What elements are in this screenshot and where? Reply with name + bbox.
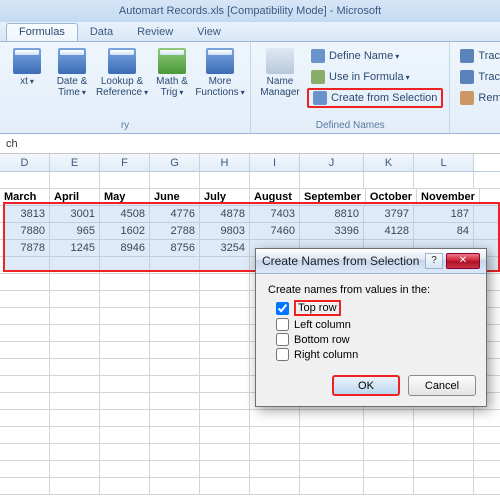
checkbox-top[interactable] [276, 302, 289, 315]
btn-trace-depend[interactable]: Trace Depend [456, 67, 500, 87]
cell[interactable]: 1602 [100, 223, 150, 239]
col-G[interactable]: G [150, 154, 200, 171]
btn-text[interactable]: xt [6, 46, 48, 98]
col-E[interactable]: E [50, 154, 100, 171]
ribbon: xt Date & Time Lookup & Reference Math &… [0, 42, 500, 134]
checkbox-bottom[interactable] [276, 333, 289, 346]
cell[interactable]: 8810 [300, 206, 364, 222]
empty-row[interactable] [0, 444, 500, 461]
name-box[interactable]: ch [0, 134, 500, 154]
check-top-row[interactable]: Top row [276, 300, 474, 316]
title-bar: Automart Records.xls [Compatibility Mode… [0, 0, 500, 22]
arrow-icon [460, 49, 474, 63]
empty-row[interactable] [0, 410, 500, 427]
eraser-icon [460, 91, 474, 105]
fx-icon [311, 70, 325, 84]
cell[interactable]: March [0, 189, 50, 205]
cell[interactable]: 4128 [364, 223, 414, 239]
group-defined-names: Name Manager Define Name Use in Formula … [251, 42, 450, 133]
dialog-create-names: Create Names from Selection ? ✕ Create n… [255, 248, 487, 407]
cell[interactable]: July [200, 189, 250, 205]
cell[interactable]: August [250, 189, 300, 205]
tab-formulas[interactable]: Formulas [6, 23, 78, 41]
cell[interactable]: November [417, 189, 480, 205]
cell[interactable]: 8946 [100, 240, 150, 256]
group-names-label: Defined Names [257, 119, 443, 131]
empty-row[interactable] [0, 172, 500, 189]
btn-datetime[interactable]: Date & Time [51, 46, 93, 98]
cell[interactable]: 4508 [100, 206, 150, 222]
btn-remove-arrow[interactable]: Remove Arrow [456, 88, 500, 108]
dialog-prompt: Create names from values in the: [268, 284, 474, 296]
checkbox-left[interactable] [276, 318, 289, 331]
cell[interactable]: 2788 [150, 223, 200, 239]
cell[interactable]: September [300, 189, 366, 205]
cell[interactable]: 1245 [50, 240, 100, 256]
tab-data[interactable]: Data [78, 24, 125, 41]
cell[interactable]: June [150, 189, 200, 205]
col-I[interactable]: I [250, 154, 300, 171]
check-right-col[interactable]: Right column [276, 348, 474, 361]
btn-trace-preceder[interactable]: Trace Preceder [456, 46, 500, 66]
check-bottom-row[interactable]: Bottom row [276, 333, 474, 346]
cell[interactable]: 84 [414, 223, 474, 239]
btn-math[interactable]: Math & Trig [151, 46, 193, 98]
cell[interactable]: 187 [414, 206, 474, 222]
btn-define-name[interactable]: Define Name [307, 46, 443, 66]
col-H[interactable]: H [200, 154, 250, 171]
cell[interactable]: 7880 [0, 223, 50, 239]
cell[interactable]: 4878 [200, 206, 250, 222]
close-button[interactable]: ✕ [446, 253, 480, 269]
column-headers: D E F G H I J K L [0, 154, 500, 172]
help-button[interactable]: ? [425, 253, 443, 269]
col-J[interactable]: J [300, 154, 364, 171]
table-row[interactable]: 38133001450847764878740388103797187 [0, 206, 500, 223]
tab-review[interactable]: Review [125, 24, 185, 41]
group-audit: Trace Preceder Trace Depend Remove Arrow [450, 42, 500, 133]
cell[interactable]: May [100, 189, 150, 205]
cell[interactable]: 3797 [364, 206, 414, 222]
col-L[interactable]: L [414, 154, 474, 171]
btn-more[interactable]: More Functions [196, 46, 244, 98]
tab-view[interactable]: View [185, 24, 233, 41]
cancel-button[interactable]: Cancel [408, 375, 476, 396]
empty-row[interactable] [0, 478, 500, 495]
group-library: xt Date & Time Lookup & Reference Math &… [0, 42, 251, 133]
cell[interactable]: 7460 [250, 223, 300, 239]
cell[interactable]: 4776 [150, 206, 200, 222]
btn-use-formula[interactable]: Use in Formula [307, 67, 443, 87]
btn-lookup[interactable]: Lookup & Reference [96, 46, 148, 98]
group-library-label: ry [6, 119, 244, 131]
dialog-title: Create Names from Selection [262, 254, 419, 268]
cell[interactable]: 7403 [250, 206, 300, 222]
btn-name-manager[interactable]: Name Manager [257, 46, 303, 108]
empty-row[interactable] [0, 461, 500, 478]
cell[interactable]: 3813 [0, 206, 50, 222]
tag-icon [311, 49, 325, 63]
cell[interactable]: 7878 [0, 240, 50, 256]
btn-create-selection[interactable]: Create from Selection [307, 88, 443, 108]
cell[interactable]: 3254 [200, 240, 250, 256]
col-F[interactable]: F [100, 154, 150, 171]
cell[interactable]: April [50, 189, 100, 205]
check-left-col[interactable]: Left column [276, 318, 474, 331]
cell[interactable]: October [366, 189, 417, 205]
cell[interactable]: 965 [50, 223, 100, 239]
grid-icon [313, 91, 327, 105]
col-K[interactable]: K [364, 154, 414, 171]
checkbox-right[interactable] [276, 348, 289, 361]
ribbon-tabs: Formulas Data Review View [0, 22, 500, 42]
table-row[interactable]: 788096516022788980374603396412884 [0, 223, 500, 240]
empty-row[interactable] [0, 427, 500, 444]
cell[interactable]: 9803 [200, 223, 250, 239]
arrow-icon [460, 70, 474, 84]
table-header-row[interactable]: MarchAprilMayJuneJulyAugustSeptemberOcto… [0, 189, 500, 206]
cell[interactable]: 3396 [300, 223, 364, 239]
col-D[interactable]: D [0, 154, 50, 171]
cell[interactable]: 3001 [50, 206, 100, 222]
dialog-titlebar[interactable]: Create Names from Selection ? ✕ [256, 249, 486, 274]
cell[interactable]: 8756 [150, 240, 200, 256]
ok-button[interactable]: OK [332, 375, 400, 396]
